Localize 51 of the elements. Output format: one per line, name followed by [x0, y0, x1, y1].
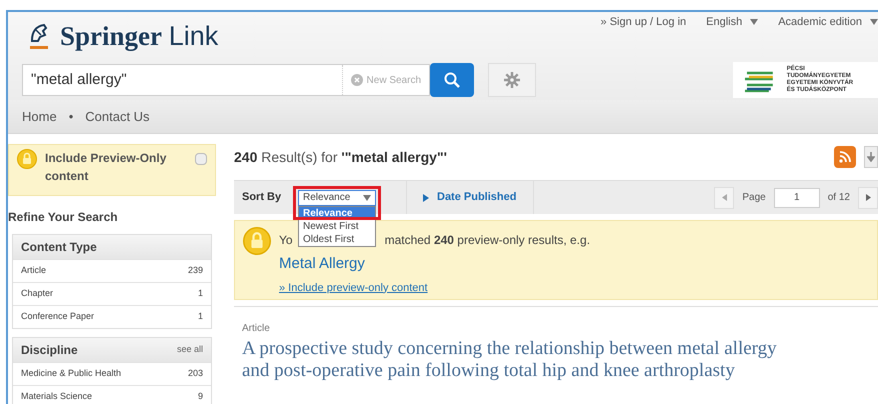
download-icon — [867, 152, 875, 162]
rss-button[interactable] — [834, 146, 856, 168]
item-type-label: Article — [242, 322, 271, 336]
triangle-right-icon — [423, 194, 429, 202]
page-label: Page — [742, 191, 766, 205]
facet-item[interactable]: Article 239 — [13, 259, 211, 282]
caret-icon — [363, 194, 371, 200]
date-published-filter[interactable]: Date Published — [437, 189, 516, 206]
results-heading: 240 Result(s) for '"metal allergy"' — [234, 148, 447, 167]
sort-option[interactable]: Oldest First — [299, 232, 375, 246]
site-logo-text[interactable]: Springer Link — [60, 22, 218, 50]
facet-item[interactable]: Chapter 1 — [13, 282, 211, 305]
triangle-left-icon — [722, 194, 727, 201]
previous-page-button[interactable] — [714, 186, 734, 208]
breadcrumb-item[interactable]: Contact Us — [85, 106, 150, 126]
search-field[interactable]: "metal allergy" New Search — [22, 64, 430, 96]
sort-dropdown[interactable]: Relevance — [298, 190, 376, 206]
page-count: of 12 — [828, 191, 850, 205]
lock-icon — [243, 227, 271, 255]
include-preview-link[interactable]: » Include preview-only content — [279, 280, 590, 296]
triangle-right-icon — [866, 194, 870, 201]
lock-icon — [17, 149, 37, 169]
top-link[interactable]: Academic edition — [778, 14, 878, 30]
refine-title: Refine Your Search — [8, 209, 119, 226]
see-all-link[interactable]: see all — [176, 343, 203, 357]
facet-item[interactable]: Conference Paper 1 — [13, 305, 211, 328]
next-page-button[interactable] — [858, 186, 878, 208]
settings-button[interactable] — [488, 63, 536, 97]
article-title-link[interactable]: A prospective study concerning the relationship between metal allergy and post-operative pain following total hip and knee arthroplasty — [242, 338, 802, 382]
facet-title: Discipline — [21, 342, 78, 359]
example-title-link[interactable]: Metal Allergy — [279, 253, 590, 276]
notice-text: Yo — [279, 232, 293, 249]
breadcrumb-item[interactable]: • — [68, 106, 74, 126]
settings-icon — [504, 72, 520, 88]
top-link[interactable]: » Sign up / Log in — [600, 14, 686, 30]
top-link[interactable]: English — [706, 14, 758, 30]
notice-text: matched 240 preview-only results, e.g. — [384, 232, 590, 249]
download-button[interactable] — [864, 146, 878, 168]
breadcrumb-item[interactable]: Home — [22, 106, 57, 126]
facet-item[interactable]: Medicine & Public Health 203 — [13, 362, 211, 385]
rss-icon — [839, 151, 851, 163]
checkbox[interactable] — [195, 153, 207, 165]
search-icon — [444, 72, 460, 88]
search-button[interactable] — [430, 63, 474, 97]
clear-icon[interactable] — [350, 74, 363, 86]
preview-only-label: Include Preview-Only content — [45, 150, 168, 185]
sort-option[interactable]: Newest First — [299, 220, 375, 232]
facet-item[interactable]: Materials Science 9 — [13, 385, 211, 404]
facet-title: Content Type — [21, 239, 97, 256]
sort-label: Sort By — [241, 190, 282, 206]
page-field[interactable]: 1 — [774, 188, 820, 208]
